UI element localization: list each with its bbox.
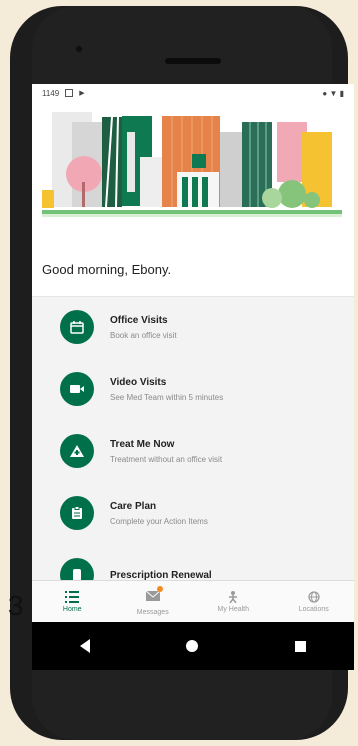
back-icon[interactable] bbox=[80, 639, 91, 653]
video-camera-icon bbox=[60, 372, 94, 406]
play-icon: ▶ bbox=[79, 90, 85, 97]
hero-illustration bbox=[32, 102, 354, 242]
greeting-text: Good morning, Ebony. bbox=[32, 242, 354, 297]
menu-item-video-visits[interactable]: Video Visits See Med Team within 5 minut… bbox=[44, 358, 342, 420]
signal-icons: ● ▼ ▮ bbox=[322, 88, 344, 98]
tab-label: Home bbox=[62, 606, 82, 613]
menu-item-title: Office Visits bbox=[110, 314, 168, 326]
menu-item-title: Video Visits bbox=[110, 376, 167, 388]
tab-label: My Health bbox=[217, 606, 249, 613]
partial-text: 3 bbox=[8, 590, 24, 621]
clipboard-icon bbox=[60, 496, 94, 530]
home-icon[interactable] bbox=[186, 640, 199, 652]
status-time: 1149 bbox=[42, 88, 60, 98]
menu-item-title: Care Plan bbox=[110, 500, 157, 512]
menu-item-office-visits[interactable]: Office Visits Book an office visit bbox=[44, 296, 342, 358]
status-bar: 1149 ▶ ● ▼ ▮ bbox=[32, 84, 354, 102]
tab-label: Locations bbox=[298, 606, 329, 613]
tab-home[interactable]: Home bbox=[32, 581, 113, 623]
menu-item-subtitle: Book an office visit bbox=[110, 330, 177, 340]
front-camera bbox=[76, 46, 82, 52]
medical-kit-icon bbox=[60, 434, 94, 468]
person-icon bbox=[229, 591, 238, 603]
menu-item-subtitle: See Med Team within 5 minutes bbox=[110, 392, 224, 402]
calendar-icon bbox=[60, 310, 94, 344]
tab-locations[interactable]: Locations bbox=[274, 581, 355, 623]
city-illustration bbox=[32, 102, 354, 242]
notification-icon bbox=[65, 89, 74, 97]
menu-item-subtitle: Treatment without an office visit bbox=[110, 454, 223, 464]
envelope-icon bbox=[145, 586, 163, 606]
earpiece-speaker bbox=[165, 58, 221, 64]
tab-my-health[interactable]: My Health bbox=[193, 581, 274, 623]
menu-item-care-plan[interactable]: Care Plan Complete your Action Items bbox=[44, 482, 342, 544]
menu-item-treat-me-now[interactable]: Treat Me Now Treatment without an office… bbox=[44, 420, 342, 482]
recents-icon[interactable] bbox=[294, 640, 306, 652]
app-screen: 1149 ▶ ● ▼ ▮ Good morning, Ebony. Office… bbox=[32, 84, 354, 670]
android-nav-bar bbox=[32, 622, 354, 670]
menu-item-title: Prescription Renewal bbox=[110, 569, 212, 581]
bottom-tab-bar: Home Messages My Health Locations bbox=[32, 580, 354, 623]
tab-messages[interactable]: Messages bbox=[113, 581, 194, 623]
menu-list: Office Visits Book an office visit Video… bbox=[44, 296, 342, 606]
message-badge bbox=[156, 586, 163, 592]
menu-item-title: Treat Me Now bbox=[110, 438, 175, 450]
home-list-icon bbox=[65, 591, 80, 603]
tab-label: Messages bbox=[136, 609, 169, 616]
globe-icon bbox=[308, 591, 320, 603]
menu-item-subtitle: Complete your Action Items bbox=[110, 516, 208, 526]
